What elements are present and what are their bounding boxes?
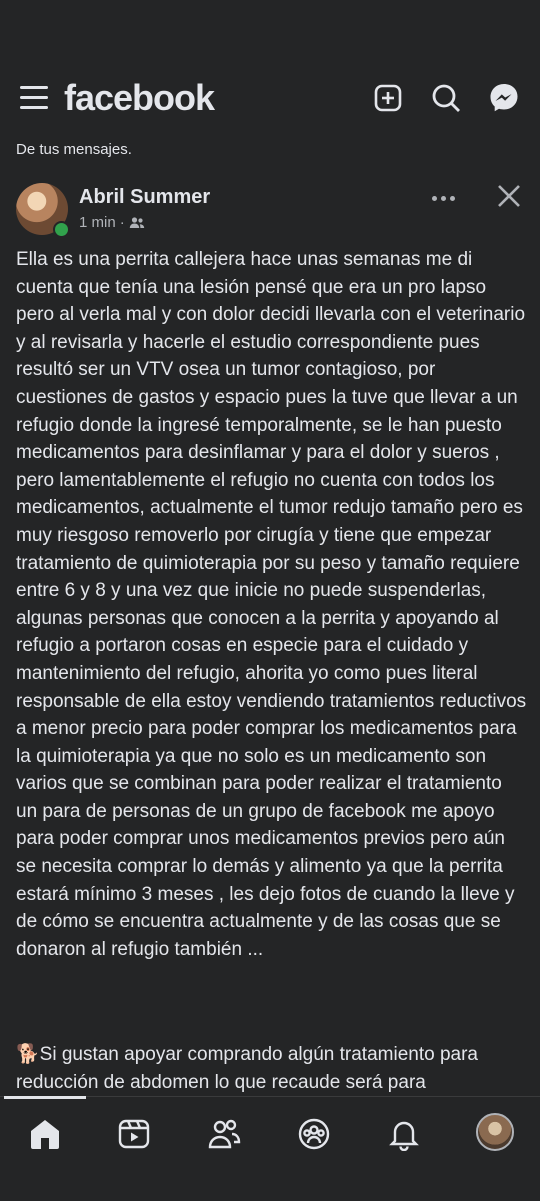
active-tab-indicator: [4, 1096, 86, 1099]
post-body-text-continued: 🐕Si gustan apoyar comprando algún tratam…: [16, 1044, 478, 1093]
friends-icon: [129, 216, 145, 230]
post-meta: 1 min ·: [79, 214, 145, 231]
create-icon[interactable]: [372, 82, 404, 114]
messenger-icon[interactable]: [488, 82, 520, 114]
more-options-icon[interactable]: [432, 189, 462, 207]
post-time[interactable]: 1 min: [79, 214, 116, 231]
facebook-logo[interactable]: facebook: [64, 76, 215, 120]
close-icon[interactable]: [496, 183, 522, 209]
breadcrumb[interactable]: De tus mensajes.: [16, 141, 132, 158]
app-header: facebook: [0, 76, 540, 120]
author-name[interactable]: Abril Summer: [79, 186, 210, 209]
notifications-icon[interactable]: [387, 1117, 423, 1153]
friends-icon[interactable]: [207, 1117, 243, 1153]
post-body-text: Ella es una perrita callejera hace unas …: [16, 249, 532, 960]
post-header: Abril Summer 1 min ·: [16, 183, 524, 239]
groups-icon[interactable]: [297, 1117, 333, 1153]
bottom-navigation: [0, 1096, 540, 1201]
menu-icon[interactable]: [20, 86, 48, 110]
profile-avatar[interactable]: [476, 1113, 514, 1151]
search-icon[interactable]: [430, 82, 462, 114]
online-status-dot: [53, 221, 70, 238]
video-icon[interactable]: [117, 1117, 153, 1153]
home-icon[interactable]: [28, 1117, 64, 1153]
